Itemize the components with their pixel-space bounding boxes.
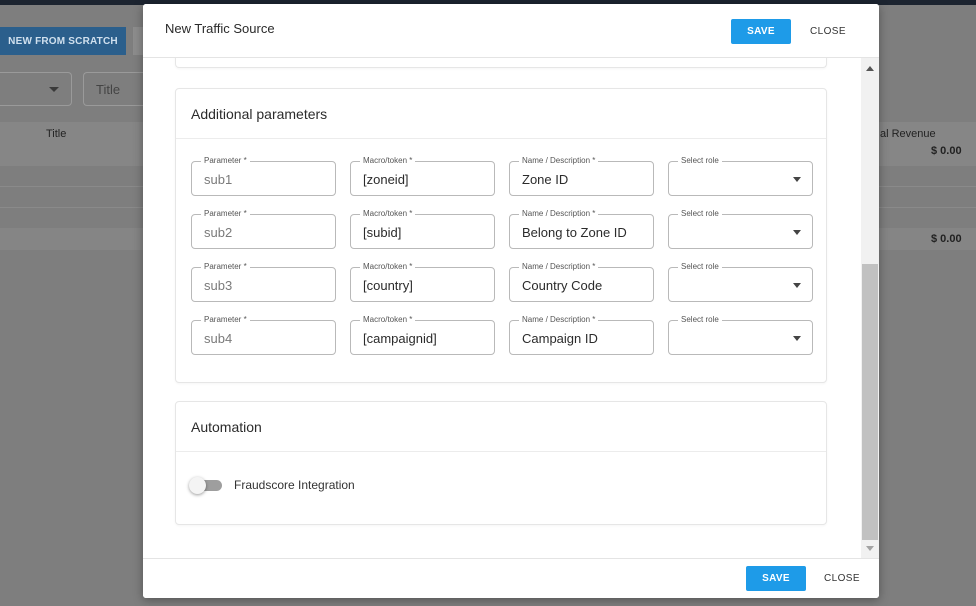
scroll-down-icon[interactable] bbox=[866, 546, 874, 551]
chevron-down-icon bbox=[793, 336, 801, 341]
name-description-field[interactable]: Name / Description * Campaign ID bbox=[509, 315, 654, 355]
dialog-title: New Traffic Source bbox=[165, 21, 275, 36]
section-divider bbox=[176, 138, 826, 139]
section-divider bbox=[176, 451, 826, 452]
scrollbar-thumb[interactable] bbox=[862, 264, 878, 540]
field-value: [subid] bbox=[363, 225, 402, 240]
macro-token-field[interactable]: Macro/token * [country] bbox=[350, 262, 495, 302]
field-label: Name / Description * bbox=[519, 262, 599, 272]
field-label: Select role bbox=[678, 315, 722, 325]
field-label: Parameter * bbox=[201, 156, 250, 166]
name-description-field[interactable]: Name / Description * Belong to Zone ID bbox=[509, 209, 654, 249]
filter-select[interactable] bbox=[0, 72, 72, 106]
field-label: Select role bbox=[678, 156, 722, 166]
field-value: Country Code bbox=[522, 278, 603, 293]
section-title: Additional parameters bbox=[191, 106, 328, 122]
column-title: Title bbox=[46, 128, 67, 140]
field-value: sub2 bbox=[204, 225, 233, 240]
field-label: Parameter * bbox=[201, 209, 250, 219]
fraudscore-toggle[interactable] bbox=[189, 477, 223, 494]
macro-token-field[interactable]: Macro/token * [subid] bbox=[350, 209, 495, 249]
dialog-scrollbar[interactable] bbox=[861, 58, 879, 558]
section-title: Automation bbox=[191, 419, 262, 435]
field-value: Belong to Zone ID bbox=[522, 225, 627, 240]
parameter-field[interactable]: Parameter * sub3 bbox=[191, 262, 336, 302]
field-value: Zone ID bbox=[522, 172, 569, 187]
parameter-field[interactable]: Parameter * sub1 bbox=[191, 156, 336, 196]
additional-parameters-card: Additional parameters Parameter * sub1 M… bbox=[175, 88, 827, 383]
field-value: Campaign ID bbox=[522, 331, 598, 346]
row-revenue-value: $ 0.00 bbox=[931, 145, 962, 157]
name-description-field[interactable]: Name / Description * Country Code bbox=[509, 262, 654, 302]
field-value: [zoneid] bbox=[363, 172, 409, 187]
dialog-header: New Traffic Source SAVE CLOSE bbox=[143, 4, 879, 58]
field-label: Name / Description * bbox=[519, 209, 599, 219]
footer-save-button[interactable]: SAVE bbox=[746, 566, 806, 591]
parameter-field[interactable]: Parameter * sub2 bbox=[191, 209, 336, 249]
chevron-down-icon bbox=[793, 177, 801, 182]
select-role-dropdown[interactable]: Select role bbox=[668, 209, 813, 249]
macro-token-field[interactable]: Macro/token * [campaignid] bbox=[350, 315, 495, 355]
field-value: [campaignid] bbox=[363, 331, 437, 346]
field-label: Macro/token * bbox=[360, 156, 416, 166]
footer-close-button[interactable]: CLOSE bbox=[819, 566, 865, 591]
select-role-dropdown[interactable]: Select role bbox=[668, 315, 813, 355]
field-label: Select role bbox=[678, 262, 722, 272]
name-description-field[interactable]: Name / Description * Zone ID bbox=[509, 156, 654, 196]
save-button[interactable]: SAVE bbox=[731, 19, 791, 44]
field-value: sub1 bbox=[204, 172, 233, 187]
previous-section-card bbox=[175, 58, 827, 68]
close-button[interactable]: CLOSE bbox=[805, 19, 851, 44]
field-value: [country] bbox=[363, 278, 413, 293]
select-role-dropdown[interactable]: Select role bbox=[668, 262, 813, 302]
scroll-up-icon[interactable] bbox=[866, 66, 874, 71]
field-value: sub3 bbox=[204, 278, 233, 293]
field-label: Macro/token * bbox=[360, 315, 416, 325]
field-label: Name / Description * bbox=[519, 156, 599, 166]
title-filter-input[interactable]: Title bbox=[83, 72, 145, 106]
dialog-body: Additional parameters Parameter * sub1 M… bbox=[143, 58, 879, 558]
chevron-down-icon bbox=[793, 283, 801, 288]
dialog-footer: SAVE CLOSE bbox=[143, 558, 879, 598]
fraudscore-label: Fraudscore Integration bbox=[234, 478, 355, 492]
toggle-knob bbox=[189, 477, 206, 494]
row-revenue-value: $ 0.00 bbox=[931, 233, 962, 245]
field-label: Select role bbox=[678, 209, 722, 219]
chevron-down-icon bbox=[49, 87, 59, 92]
new-from-scratch-button[interactable]: NEW FROM SCRATCH bbox=[0, 27, 126, 55]
column-revenue: al Revenue bbox=[880, 128, 936, 140]
field-label: Parameter * bbox=[201, 262, 250, 272]
macro-token-field[interactable]: Macro/token * [zoneid] bbox=[350, 156, 495, 196]
automation-card: Automation Fraudscore Integration bbox=[175, 401, 827, 525]
field-value: sub4 bbox=[204, 331, 233, 346]
chevron-down-icon bbox=[793, 230, 801, 235]
select-role-dropdown[interactable]: Select role bbox=[668, 156, 813, 196]
field-label: Macro/token * bbox=[360, 209, 416, 219]
field-label: Parameter * bbox=[201, 315, 250, 325]
field-label: Name / Description * bbox=[519, 315, 599, 325]
new-traffic-source-dialog: New Traffic Source SAVE CLOSE Additional… bbox=[143, 4, 879, 598]
parameter-field[interactable]: Parameter * sub4 bbox=[191, 315, 336, 355]
field-label: Macro/token * bbox=[360, 262, 416, 272]
